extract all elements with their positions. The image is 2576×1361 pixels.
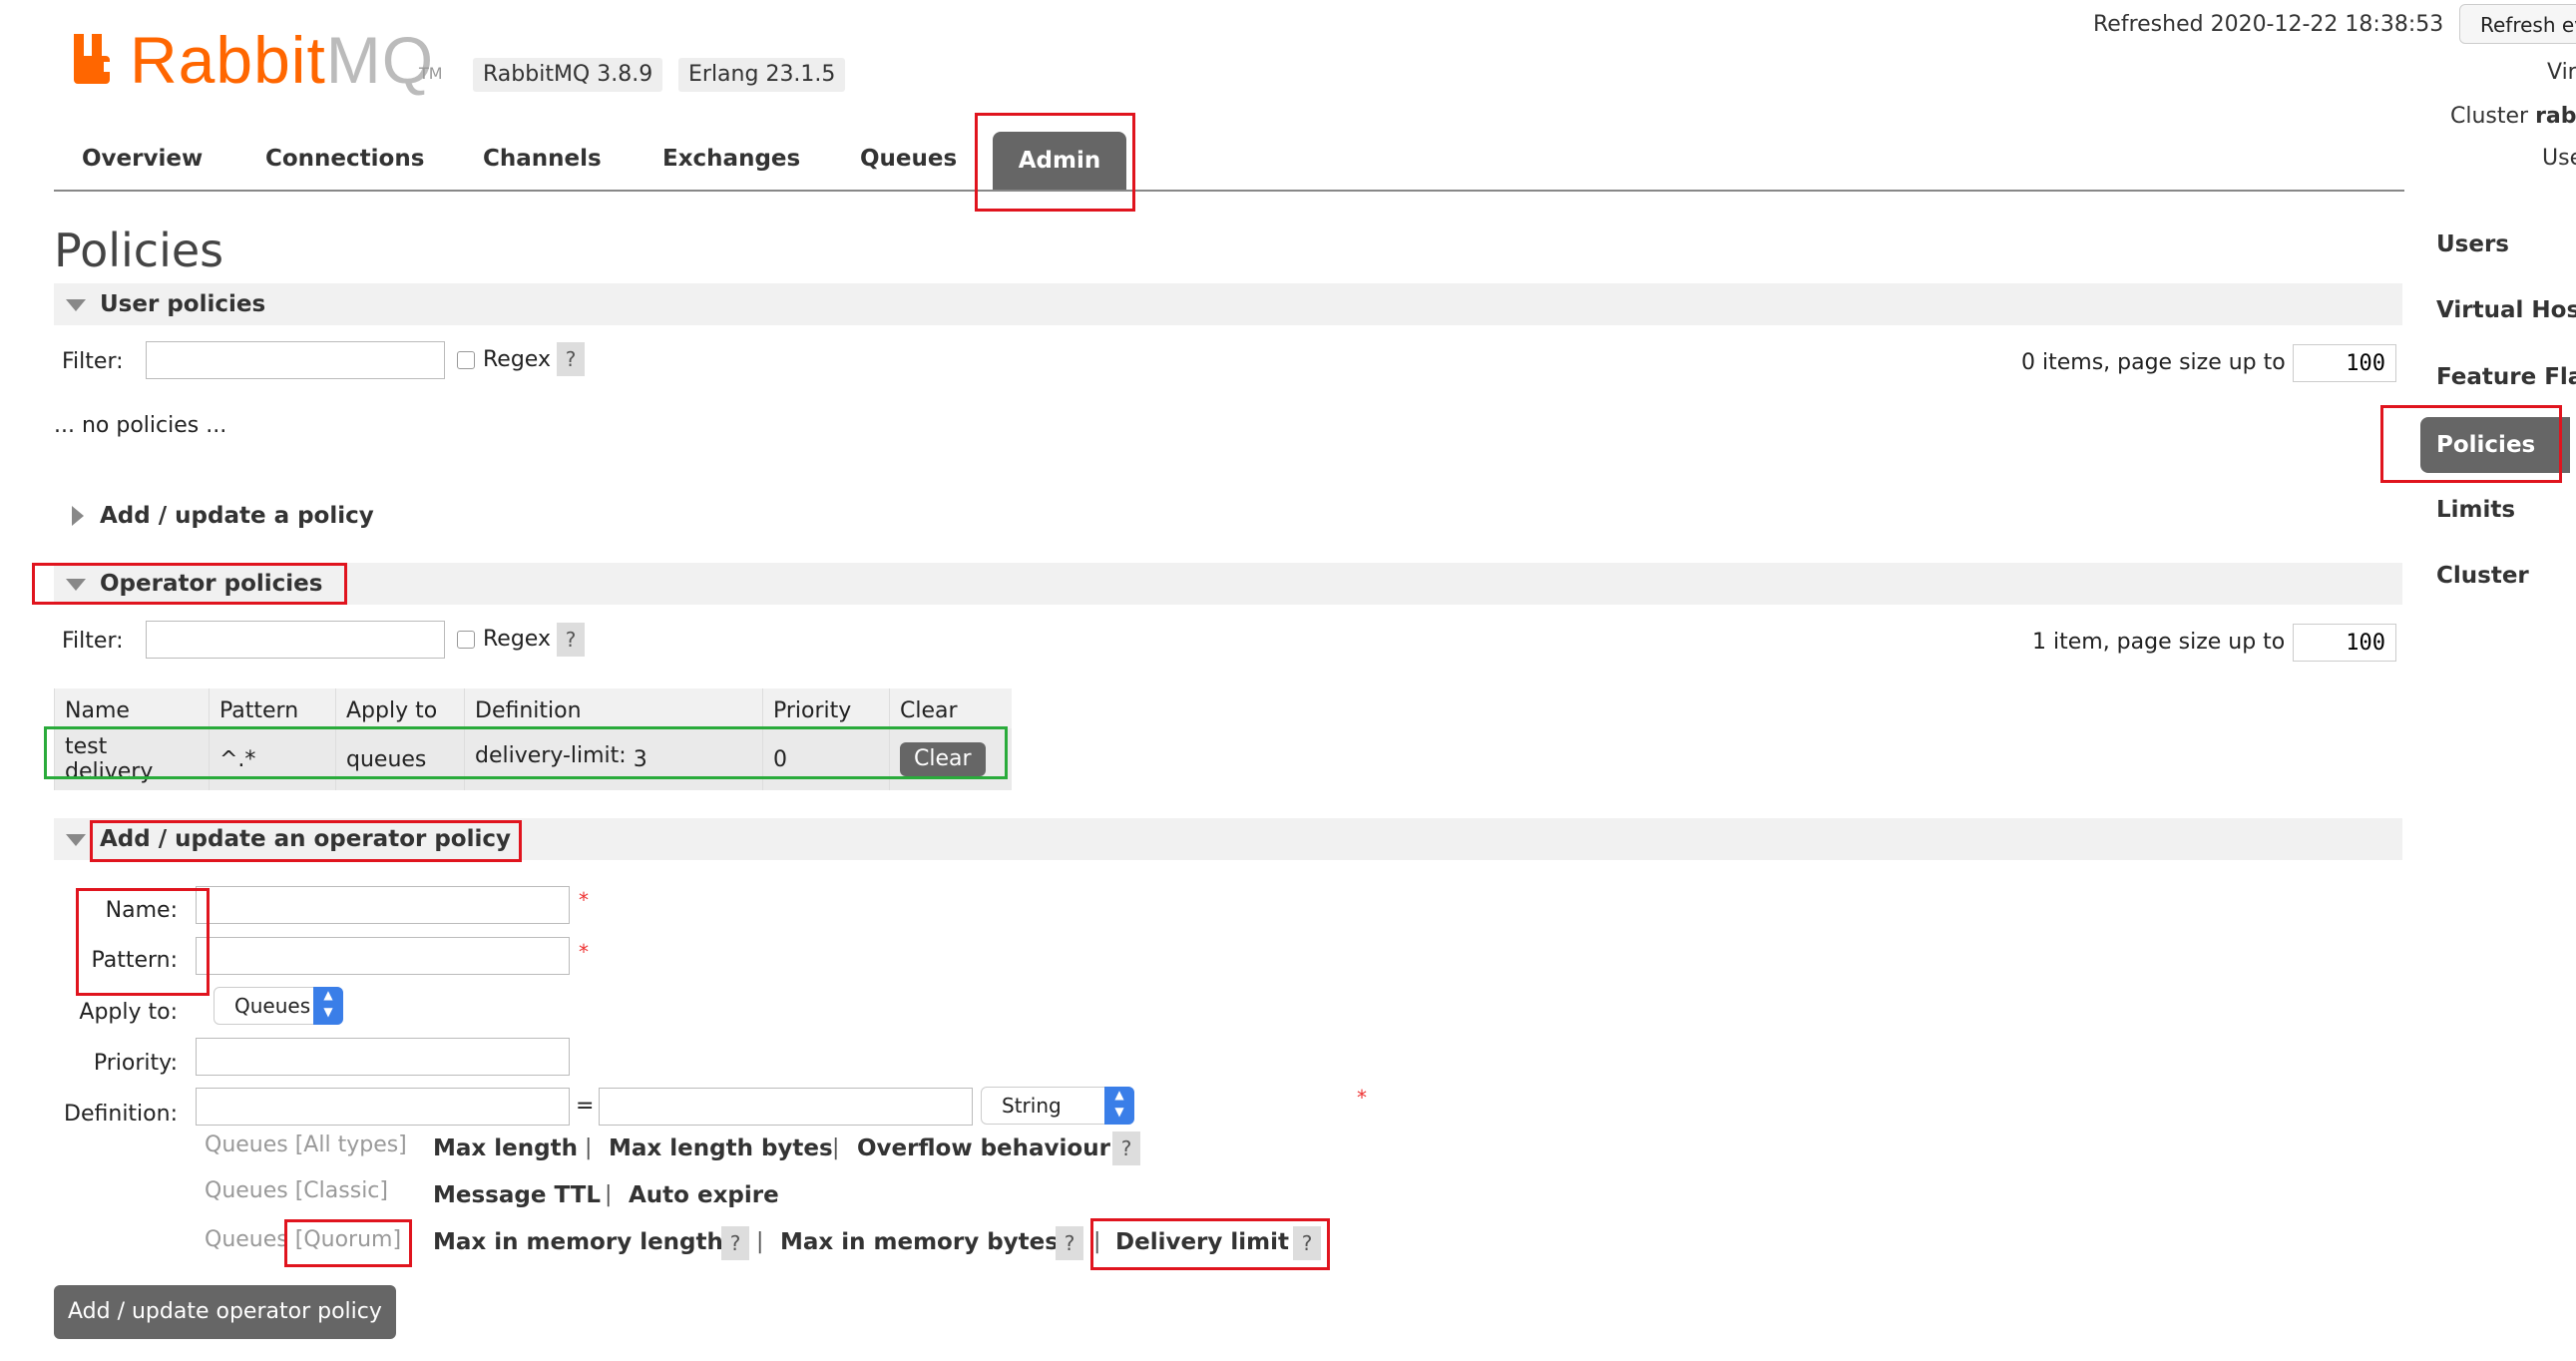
separator: | [756,1229,764,1254]
highlight-policies-sidebar [2380,405,2562,483]
user-page-size-input[interactable]: 100 [2293,344,2396,382]
message-ttl-link[interactable]: Message TTL [433,1182,601,1208]
operator-filter-label: Filter: [62,629,124,654]
queues-classic-label: Queues [Classic] [205,1178,388,1203]
operator-page-size-input[interactable]: 100 [2293,624,2396,662]
refresh-interval-select[interactable]: Refresh ev [2459,4,2576,44]
virtual-host-label: Vir [2547,60,2576,85]
col-definition: Definition [464,688,763,728]
apply-to-label: Apply to: [79,1000,178,1025]
highlight-operator-form [90,820,522,862]
expand-arrow-icon [72,506,84,526]
highlight-admin-tab [975,113,1135,212]
definition-type-select[interactable]: String ▲ ▼ [981,1087,1134,1125]
user-regex-help[interactable]: ? [557,342,585,376]
sidebar-item-limits[interactable]: Limits [2436,497,2515,523]
user-regex-label: Regex [483,347,551,372]
highlight-delivery-limit [1090,1218,1330,1270]
queues-all-types-label: Queues [All types] [205,1133,407,1157]
cluster-info: Cluster rab [2450,104,2576,129]
apply-to-select[interactable]: Queues ▲ ▼ [214,987,343,1025]
user-filter-label: Filter: [62,349,124,374]
max-length-link[interactable]: Max length [433,1135,578,1161]
definition-key-input[interactable] [196,1088,570,1126]
overflow-help[interactable]: ? [1112,1132,1140,1165]
tab-overview[interactable]: Overview [82,146,203,172]
priority-label: Priority: [93,1051,178,1076]
page-title: Policies [54,224,224,277]
operator-regex-label: Regex [483,627,551,652]
col-pattern[interactable]: Pattern [209,688,336,728]
col-clear: Clear [889,688,1012,728]
operator-regex-checkbox[interactable] [457,631,475,649]
user-policies-header[interactable]: User policies [54,283,2402,325]
operator-regex-help[interactable]: ? [557,623,585,657]
sidebar-item-users[interactable]: Users [2436,231,2509,257]
pattern-required-mark: * [579,940,589,964]
separator: | [832,1135,840,1160]
select-arrows-icon: ▲ ▼ [1104,1087,1134,1125]
name-required-mark: * [579,888,589,912]
overflow-behaviour-link[interactable]: Overflow behaviour [857,1135,1110,1161]
col-priority[interactable]: Priority [762,688,890,728]
nav-divider [54,190,2404,192]
pattern-input[interactable] [196,937,570,975]
name-input[interactable] [196,886,570,924]
highlight-policy-row [44,726,1008,779]
max-in-memory-length-help[interactable]: ? [721,1226,749,1260]
sidebar-item-feature-flags[interactable]: Feature Flag [2436,364,2576,390]
refreshed-timestamp: Refreshed 2020-12-22 18:38:53 [2093,12,2444,37]
user-count-text: 0 items, page size up to [2021,350,2286,375]
rabbitmq-version-badge: RabbitMQ 3.8.9 [473,58,663,92]
max-length-bytes-link[interactable]: Max length bytes [609,1135,833,1161]
sidebar-item-cluster[interactable]: Cluster [2436,563,2529,589]
erlang-version-badge: Erlang 23.1.5 [678,58,846,92]
highlight-operator-policies [32,563,347,605]
rabbitmq-logo-icon [74,34,110,84]
table-header-row: Name Pattern Apply to Definition Priorit… [54,688,1012,728]
definition-equals: = [576,1094,595,1119]
collapse-arrow-icon [66,299,86,311]
tab-queues[interactable]: Queues [860,146,957,172]
user-policies-label: User policies [100,291,266,317]
logo-tm: TM [419,64,443,83]
user-label: Use [2542,146,2576,171]
user-regex-checkbox[interactable] [457,351,475,369]
sidebar-item-virtual-hosts[interactable]: Virtual Host [2436,297,2576,323]
operator-count-text: 1 item, page size up to [2032,630,2286,655]
logo-text: RabbitMQ [130,23,435,97]
operator-filter-input[interactable] [146,621,445,659]
priority-input[interactable] [196,1038,570,1076]
tab-exchanges[interactable]: Exchanges [662,146,800,172]
separator: | [605,1182,613,1207]
tab-connections[interactable]: Connections [265,146,424,172]
operator-policies-header[interactable]: Operator policies [54,563,2402,605]
col-name[interactable]: Name [54,688,210,728]
user-filter-input[interactable] [146,341,445,379]
max-in-memory-length-link[interactable]: Max in memory length [433,1229,723,1255]
max-in-memory-bytes-link[interactable]: Max in memory bytes [780,1229,1059,1255]
collapse-arrow-icon [66,834,86,846]
definition-value-input[interactable] [599,1088,973,1126]
add-policy-section[interactable]: Add / update a policy [100,503,374,529]
add-operator-policy-button[interactable]: Add / update operator policy [54,1285,396,1339]
no-policies-text: ... no policies ... [54,413,227,438]
type-value: String [1002,1094,1062,1118]
highlight-quorum [284,1219,412,1267]
auto-expire-link[interactable]: Auto expire [629,1182,779,1208]
max-in-memory-bytes-help[interactable]: ? [1056,1226,1083,1260]
highlight-name-pattern [76,888,210,996]
tab-channels[interactable]: Channels [483,146,602,172]
apply-to-value: Queues [234,994,311,1018]
separator: | [585,1135,593,1160]
col-apply-to[interactable]: Apply to [335,688,465,728]
definition-required-mark: * [1357,1086,1367,1110]
definition-label: Definition: [64,1102,178,1127]
select-arrows-icon: ▲ ▼ [313,987,343,1025]
